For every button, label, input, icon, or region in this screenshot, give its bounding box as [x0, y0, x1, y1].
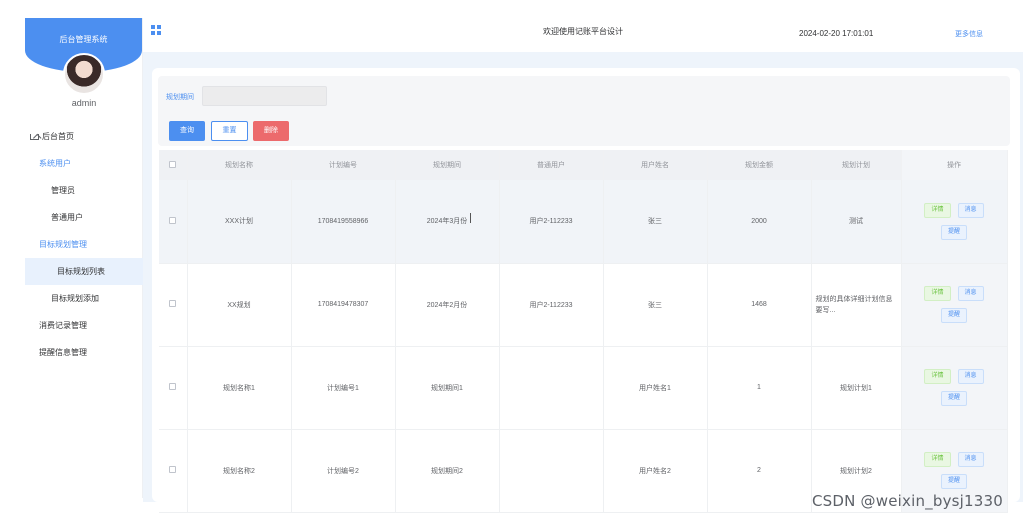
- cell-actions: 详情 消息 提醒: [900, 346, 1008, 430]
- col-plan: 规划计划: [811, 150, 902, 180]
- col-plan-period: 规划期间: [395, 150, 500, 180]
- sidebar-item-label: 后台首页: [42, 132, 74, 141]
- col-plan-code: 计划编号: [291, 150, 396, 180]
- username: admin: [71, 98, 97, 108]
- cell-plan-code: 1708419558966: [291, 180, 396, 264]
- cell-plan-period: 规划期间1: [395, 346, 500, 430]
- header-datetime: 2024-02-20 17:01:01: [799, 29, 874, 38]
- avatar: [63, 53, 105, 95]
- text-cursor-icon: [470, 213, 472, 223]
- sidebar-group-system-users[interactable]: 系统用户: [25, 150, 143, 177]
- sidebar-item-admins[interactable]: 管理员: [25, 177, 143, 204]
- sidebar-item-goal-plan-add[interactable]: 目标规划添加: [25, 285, 143, 312]
- reset-button[interactable]: 重置: [211, 121, 248, 141]
- header-title: 欢迎使用记账平台设计: [543, 27, 623, 36]
- table-header-row: 规划名称 计划编号 规划期间 普通用户 用户姓名 规划金额 规划计划 操作: [159, 150, 1008, 180]
- sidebar-item-regular-users[interactable]: 普通用户: [25, 204, 143, 231]
- query-button[interactable]: 查询: [169, 121, 205, 141]
- message-button[interactable]: 消息: [957, 286, 984, 301]
- cell-amount: 1468: [707, 263, 812, 347]
- cell-plan-code: 计划编号1: [291, 346, 396, 430]
- sidebar-item-home[interactable]: 后台首页: [25, 123, 143, 150]
- row-checkbox[interactable]: [159, 180, 188, 264]
- sidebar-menu: 后台首页 系统用户 管理员 普通用户 目标规划管理 目标规划列表 目标规划添加 …: [25, 123, 143, 366]
- sidebar-group-goal-planning[interactable]: 目标规划管理: [25, 231, 143, 258]
- table-row: XXX计划 1708419558966 2024年3月份 用户2-112233 …: [159, 180, 1008, 264]
- row-checkbox[interactable]: [159, 346, 188, 430]
- app-root: 后台管理系统 admin 后台首页 系统用户 管理员 普通用户 目标规划管理 目…: [0, 0, 1034, 520]
- cell-plan: 规划的具体详细计划信息要写...: [811, 263, 902, 347]
- cell-actions: 详情 消息 提醒: [900, 180, 1008, 264]
- cell-user-name: 用户姓名2: [603, 429, 708, 513]
- cell-user: [499, 429, 604, 513]
- cell-user-name: 张三: [603, 180, 708, 264]
- menu-grid-icon[interactable]: [151, 25, 161, 35]
- watermark: CSDN @weixin_bysj1330: [812, 492, 1004, 510]
- cell-plan-code: 计划编号2: [291, 429, 396, 513]
- cell-plan-period: 规划期间2: [395, 429, 500, 513]
- detail-button[interactable]: 详情: [924, 452, 951, 467]
- row-checkbox[interactable]: [159, 263, 188, 347]
- col-amount: 规划金额: [707, 150, 812, 180]
- message-button[interactable]: 消息: [957, 202, 984, 218]
- cell-plan: 测试: [811, 180, 902, 264]
- search-label: 规划期间: [166, 94, 194, 101]
- cell-plan: 规划计划1: [811, 346, 902, 430]
- cell-plan-name: XX规划: [187, 263, 292, 347]
- message-button[interactable]: 消息: [957, 452, 984, 467]
- col-user: 普通用户: [499, 150, 604, 180]
- row-checkbox[interactable]: [159, 429, 188, 513]
- plan-table: 规划名称 计划编号 规划期间 普通用户 用户姓名 规划金额 规划计划 操作 XX…: [159, 150, 1008, 513]
- remind-button[interactable]: 提醒: [940, 224, 967, 240]
- cell-user: 用户2-112233: [499, 180, 604, 264]
- remind-button[interactable]: 提醒: [940, 391, 967, 406]
- table-row: 规划名称1 计划编号1 规划期间1 用户姓名1 1 规划计划1 详情 消息 提醒: [159, 346, 1008, 430]
- table-row: XX规划 1708419478307 2024年2月份 用户2-112233 张…: [159, 263, 1008, 347]
- cell-plan-name: 规划名称1: [187, 346, 292, 430]
- cell-actions: 详情 消息 提醒: [900, 263, 1008, 347]
- more-info-link[interactable]: 更多信息: [955, 29, 983, 39]
- search-input[interactable]: [202, 86, 327, 106]
- delete-button[interactable]: 删除: [253, 121, 289, 141]
- cell-amount: 1: [707, 346, 812, 430]
- select-all-checkbox[interactable]: [159, 150, 188, 180]
- home-icon: [29, 132, 39, 140]
- detail-button[interactable]: 详情: [924, 286, 951, 301]
- cell-plan-name: XXX计划: [187, 180, 292, 264]
- col-plan-name: 规划名称: [187, 150, 292, 180]
- sidebar-item-reminders[interactable]: 提醒信息管理: [25, 339, 143, 366]
- cell-user: 用户2-112233: [499, 263, 604, 347]
- cell-plan-period: 2024年3月份: [395, 180, 500, 264]
- cell-user: [499, 346, 604, 430]
- cell-plan-name: 规划名称2: [187, 429, 292, 513]
- cell-amount: 2: [707, 429, 812, 513]
- col-user-name: 用户姓名: [603, 150, 708, 180]
- cell-amount: 2000: [707, 180, 812, 264]
- sidebar-item-consumption-records[interactable]: 消费记录管理: [25, 312, 143, 339]
- cell-user-name: 张三: [603, 263, 708, 347]
- remind-button[interactable]: 提醒: [940, 308, 967, 323]
- cell-plan-code: 1708419478307: [291, 263, 396, 347]
- sidebar: 后台管理系统 admin 后台首页 系统用户 管理员 普通用户 目标规划管理 目…: [25, 18, 143, 498]
- message-button[interactable]: 消息: [957, 369, 984, 384]
- col-actions: 操作: [900, 150, 1008, 180]
- detail-button[interactable]: 详情: [924, 369, 951, 384]
- sidebar-item-goal-plan-list[interactable]: 目标规划列表: [25, 258, 143, 285]
- remind-button[interactable]: 提醒: [940, 474, 967, 489]
- detail-button[interactable]: 详情: [924, 202, 951, 218]
- cell-user-name: 用户姓名1: [603, 346, 708, 430]
- cell-plan-period: 2024年2月份: [395, 263, 500, 347]
